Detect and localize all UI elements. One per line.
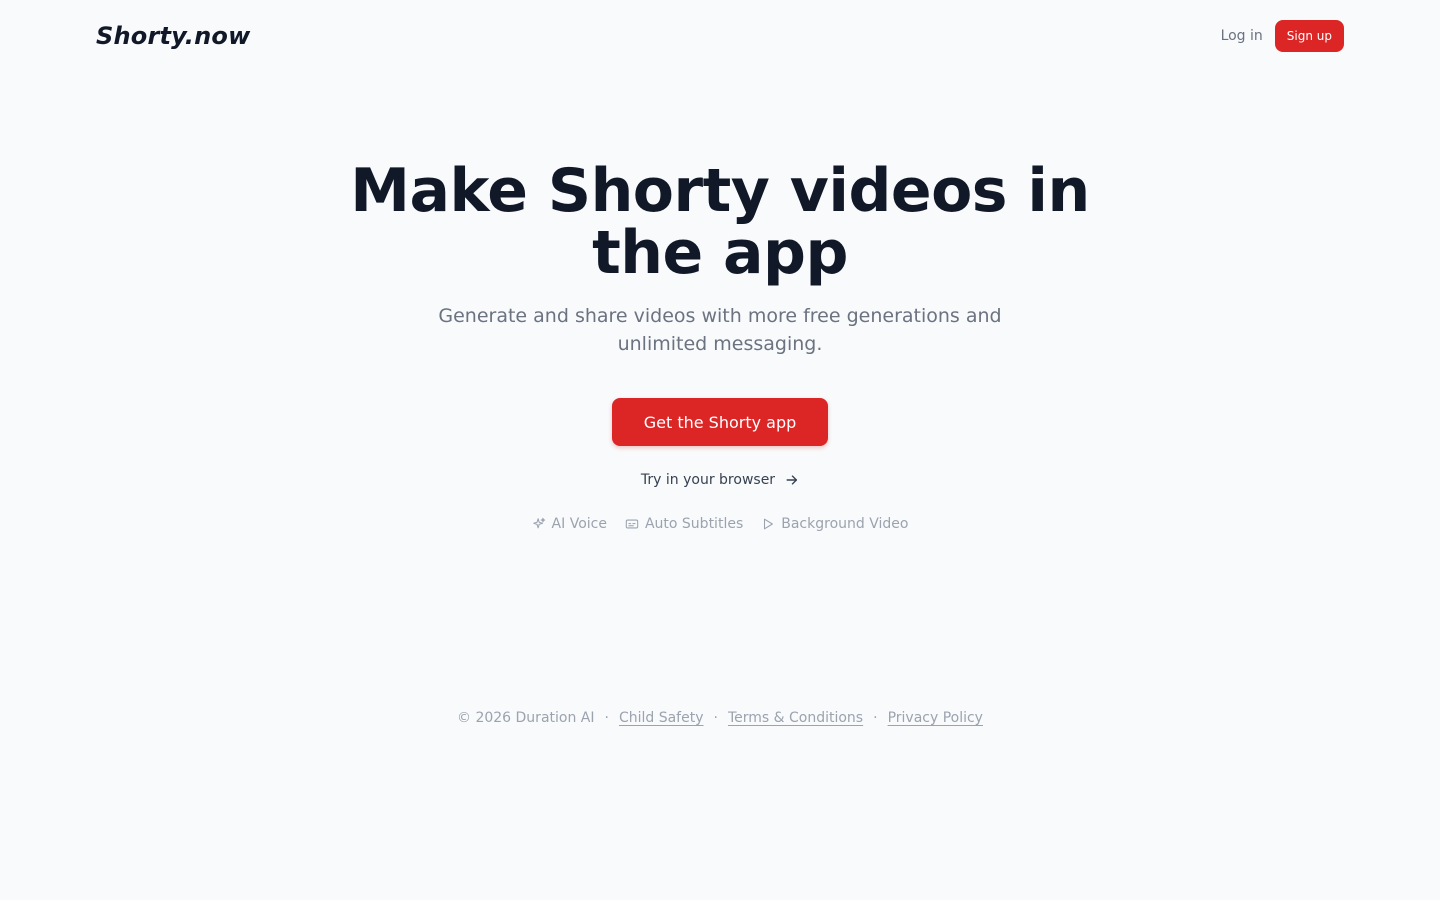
footer: © 2026 Duration AI · Child Safety · Term…: [0, 706, 1440, 730]
separator: ·: [873, 710, 878, 726]
child-safety-link[interactable]: Child Safety: [619, 710, 704, 726]
page: Shorty.now Log in Sign up Make Shorty vi…: [0, 0, 1440, 900]
try-in-browser-link[interactable]: Try in your browser: [641, 464, 799, 496]
subtitles-icon: [625, 519, 639, 529]
feature-item-ai-voice: AI Voice: [532, 516, 607, 532]
feature-item-auto-subtitles: Auto Subtitles: [625, 516, 743, 532]
login-link[interactable]: Log in: [1221, 22, 1263, 50]
separator: ·: [604, 710, 609, 726]
try-in-browser-label: Try in your browser: [640, 472, 776, 488]
terms-link[interactable]: Terms & Conditions: [728, 710, 863, 726]
hero-section: Make Shorty videos in the app Generate a…: [0, 160, 1440, 532]
hero-title: Make Shorty videos in the app: [350, 156, 1090, 288]
top-navigation: Shorty.now Log in Sign up: [0, 0, 1440, 72]
arrow-right-icon: [786, 475, 798, 485]
feature-label: AI Voice: [551, 516, 607, 532]
signup-button[interactable]: Sign up: [1274, 20, 1344, 52]
header-actions: Log in Sign up: [1221, 20, 1344, 52]
get-app-button[interactable]: Get the Shorty app: [612, 398, 828, 446]
play-icon: [764, 518, 774, 530]
feature-list: AI Voice Auto Subtitles Background Video: [532, 516, 908, 532]
separator: ·: [713, 710, 718, 726]
logo[interactable]: Shorty.now: [96, 22, 250, 50]
feature-label: Background Video: [781, 516, 909, 532]
privacy-policy-link[interactable]: Privacy Policy: [888, 710, 983, 726]
feature-label: Auto Subtitles: [644, 516, 744, 532]
copyright-text: © 2026 Duration AI: [457, 710, 595, 726]
hero-subtitle: Generate and share videos with more free…: [438, 305, 1002, 355]
feature-item-background-video: Background Video: [761, 516, 908, 532]
sparkle-icon: [532, 517, 545, 529]
